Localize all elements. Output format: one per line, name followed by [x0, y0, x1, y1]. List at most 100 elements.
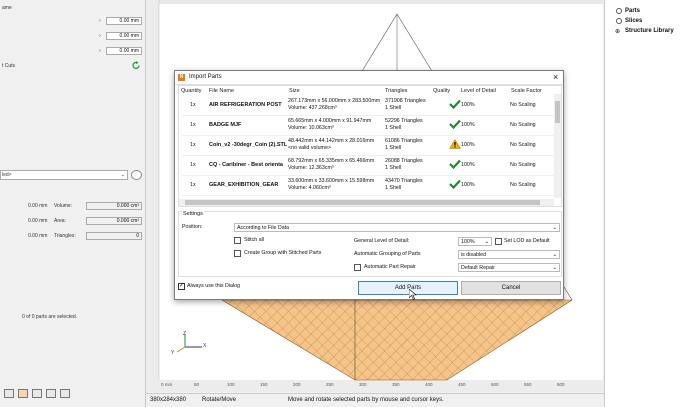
- row-size: 33.600mm x 33.600mm x 15.598mm: [288, 178, 375, 184]
- axis-y-label: Y: [171, 350, 175, 356]
- expand-icon[interactable]: ⊕: [615, 28, 620, 35]
- radio-slices[interactable]: [616, 18, 622, 24]
- row-scale: No Scaling: [510, 102, 536, 108]
- row-filename: BADGE MJF: [209, 122, 242, 128]
- app-logo-icon: N: [178, 74, 185, 81]
- position-select[interactable]: According to File Data ⌄: [234, 223, 560, 232]
- ruler-tick-label: 250: [326, 382, 334, 387]
- position-x-field[interactable]: 0.00 mm: [106, 17, 142, 25]
- ruler-tick-label: 600: [557, 382, 565, 387]
- col-filename[interactable]: File Name: [209, 88, 234, 94]
- table-hscroll[interactable]: [179, 199, 554, 206]
- col-quantity[interactable]: Quantity: [181, 88, 201, 94]
- area-value: 0.000 cm²: [86, 217, 142, 225]
- row-shells: 1 Shell: [385, 185, 402, 191]
- table-row[interactable]: 1x AIR REFRIGERATION POST 267.173mm x 56.0…: [182, 96, 555, 116]
- add-parts-button[interactable]: Add Parts: [358, 281, 458, 295]
- check-icon: [449, 99, 461, 109]
- table-row[interactable]: 1x GEAR_EXHIBITION_GEAR 33.600mm x 33.600m…: [182, 176, 555, 196]
- axis-z-label: Z: [183, 331, 187, 337]
- ruler-tick-label: 100: [227, 382, 235, 387]
- stat-value: 0.00 mm: [28, 203, 48, 209]
- ruler-tick-label: 0 mm: [161, 382, 173, 387]
- refresh-icon[interactable]: [132, 61, 141, 70]
- check-icon: [449, 179, 461, 189]
- view-part-icon[interactable]: [18, 389, 28, 398]
- col-quality[interactable]: Quality: [433, 88, 450, 94]
- position-y-field[interactable]: 0.00 mm: [106, 32, 142, 40]
- ruler-tick-label: 550: [524, 382, 532, 387]
- col-scale[interactable]: Scale Factor: [511, 88, 542, 94]
- create-group-checkbox[interactable]: [234, 250, 241, 257]
- row-size: 68.792mm x 65.335mm x 65.466mm: [288, 158, 375, 164]
- part-dropdown[interactable]: led> ⌄: [0, 170, 128, 180]
- row-size: 267.173mm x 56.000mm x 283.500mm: [288, 98, 381, 104]
- check-icon: [449, 119, 461, 129]
- vscroll-thumb[interactable]: [555, 101, 560, 123]
- expand-arrow-icon[interactable]: ›: [99, 33, 101, 39]
- ruler-tick-label: 450: [458, 382, 466, 387]
- stitch-all-checkbox[interactable]: [234, 237, 241, 244]
- stat-label: Area:: [54, 218, 66, 224]
- settings-icon[interactable]: [131, 170, 142, 180]
- row-filename: Coin_v2 -30degr_Coin (2).STL: [209, 142, 288, 148]
- dialog-titlebar: N Import Parts ×: [175, 71, 563, 85]
- ruler-tick-label: 500: [491, 382, 499, 387]
- stat-value: 0.00 mm: [28, 233, 48, 239]
- view-support-icon[interactable]: [60, 389, 70, 398]
- row-quantity: 1x: [190, 102, 196, 108]
- radio-parts[interactable]: [616, 8, 622, 14]
- ruler-tick-label: 200: [293, 382, 301, 387]
- expand-arrow-icon[interactable]: ›: [99, 48, 101, 54]
- parts-table: Quantity File Name Size Triangles Qualit…: [178, 85, 562, 207]
- col-size[interactable]: Size: [289, 88, 300, 94]
- auto-repair-checkbox[interactable]: [354, 264, 361, 271]
- row-level: 100%: [461, 182, 475, 188]
- import-parts-dialog: N Import Parts × Quantity File Name Size…: [174, 70, 564, 300]
- col-triangles[interactable]: Triangles: [385, 88, 407, 94]
- ruler-tick-label: 150: [260, 382, 268, 387]
- general-lod-label: General Level of Detail:: [354, 238, 410, 244]
- row-quantity: 1x: [190, 162, 196, 168]
- row-quantity: 1x: [190, 182, 196, 188]
- table-row[interactable]: 1x BADGE MJF 65.665mm x 4.000mm x 91.947mm…: [182, 116, 555, 136]
- table-row[interactable]: 1x CQ - Caribiner - Best orienta 68.792mm …: [182, 156, 555, 176]
- view-layer-icon[interactable]: [46, 389, 56, 398]
- auto-repair-select[interactable]: Default Repair ⌄: [458, 263, 560, 272]
- row-shells: 1 Shell: [385, 105, 402, 111]
- name-label: ame: [2, 5, 12, 11]
- table-row[interactable]: 1x Coin_v2 -30degr_Coin (2).STL 48.442mm x…: [182, 136, 555, 156]
- row-level: 100%: [461, 142, 475, 148]
- table-vscroll[interactable]: [554, 94, 561, 198]
- hscroll-thumb[interactable]: [185, 200, 540, 205]
- cancel-button[interactable]: Cancel: [461, 281, 561, 295]
- tree-item-slices[interactable]: Slices: [625, 18, 642, 24]
- chevron-down-icon: ⌄: [552, 265, 557, 271]
- row-triangles: 371908 Triangles: [385, 98, 426, 104]
- close-icon[interactable]: ×: [553, 72, 558, 82]
- tree-item-structure-library[interactable]: Structure Library: [625, 28, 674, 34]
- position-label: Position:: [182, 224, 203, 230]
- general-lod-select[interactable]: 100% ⌄: [458, 237, 492, 246]
- set-lod-default-checkbox[interactable]: [495, 238, 502, 245]
- always-use-checkbox[interactable]: ✓: [178, 283, 185, 290]
- col-level[interactable]: Level of Detail: [461, 88, 496, 94]
- row-level: 100%: [461, 102, 475, 108]
- stat-label: Volume:: [54, 203, 73, 209]
- row-volume: Volume: 4.060cm³: [288, 185, 331, 191]
- view-slice-icon[interactable]: [32, 389, 42, 398]
- row-quantity: 1x: [190, 122, 196, 128]
- expand-arrow-icon[interactable]: ›: [99, 18, 101, 24]
- auto-grouping-select[interactable]: is disabled ⌄: [458, 250, 560, 259]
- mouse-cursor-icon: [409, 289, 417, 300]
- settings-group: Settings Position: According to File Dat…: [178, 211, 562, 277]
- row-scale: No Scaling: [510, 182, 536, 188]
- position-z-field[interactable]: 0.00 mm: [106, 47, 142, 55]
- warning-icon: [449, 139, 461, 149]
- chevron-down-icon: ⌄: [552, 252, 557, 258]
- row-level: 100%: [461, 122, 475, 128]
- view-box-icon[interactable]: [4, 389, 14, 398]
- tree-item-parts[interactable]: Parts: [625, 8, 640, 14]
- left-properties-panel: ame › 0.00 mm › 0.00 mm › 0.00 mm t Cuts…: [0, 0, 146, 407]
- row-volume: <no valid volume>: [288, 145, 331, 151]
